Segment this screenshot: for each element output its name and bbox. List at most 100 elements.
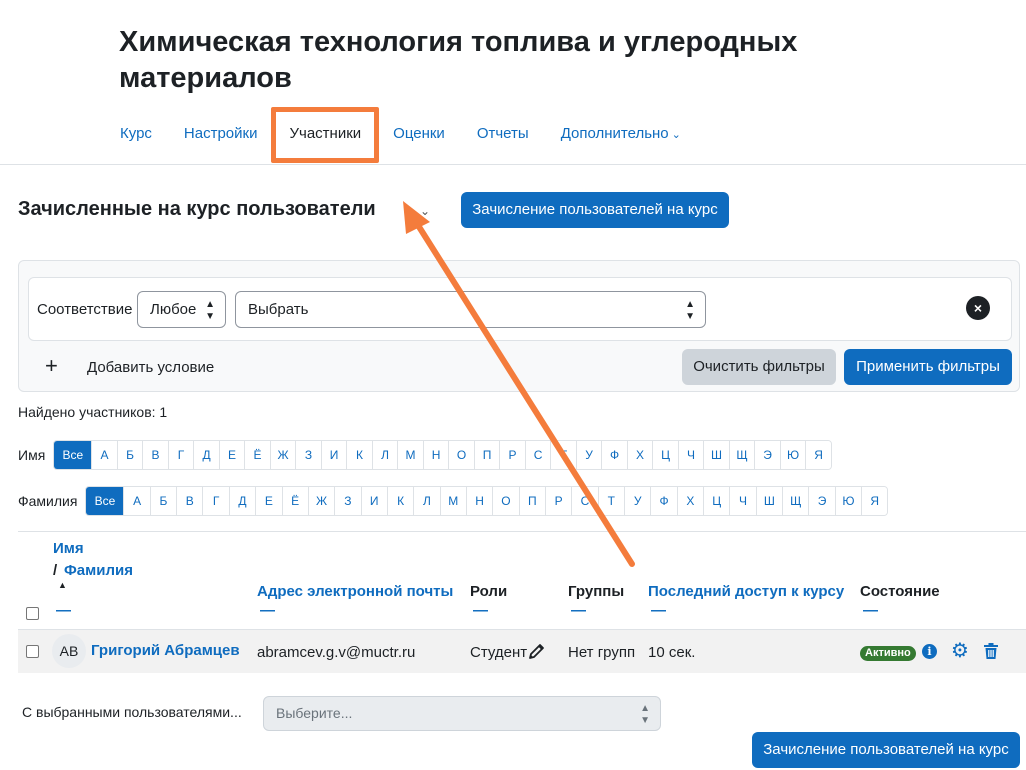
initial-letter[interactable]: А (91, 441, 117, 469)
column-header-first-name[interactable]: Имя (53, 540, 84, 557)
initial-letter[interactable]: Г (167, 441, 194, 469)
sort-dash-icon[interactable]: — (571, 602, 586, 619)
column-header-email[interactable]: Адрес электронной почты (257, 583, 453, 600)
initial-letter[interactable]: А (123, 487, 150, 515)
pencil-icon[interactable] (528, 642, 546, 660)
sort-dash-icon[interactable]: — (56, 602, 71, 619)
initial-letter[interactable]: Ю (779, 441, 806, 469)
initial-letter[interactable]: Л (413, 487, 440, 515)
nav-settings[interactable]: Настройки (168, 112, 274, 156)
initial-letter[interactable]: Б (149, 487, 177, 515)
initial-letter[interactable]: З (295, 441, 321, 469)
initial-letter[interactable]: И (360, 487, 387, 515)
initial-letter[interactable]: Ц (652, 441, 678, 469)
initial-letter[interactable]: Е (255, 487, 282, 515)
initial-letter[interactable]: Ш (755, 487, 783, 515)
initial-letter[interactable]: Р (499, 441, 525, 469)
initial-letter[interactable]: Э (808, 487, 835, 515)
enroll-users-button[interactable]: Зачисление пользователей на курс (461, 192, 729, 228)
initial-letter[interactable]: У (623, 487, 651, 515)
course-nav: Курс Настройки Участники Оценки Отчеты Д… (104, 112, 697, 156)
initial-letter[interactable]: Ш (703, 441, 729, 469)
initial-letter[interactable]: В (142, 441, 168, 469)
enroll-users-button-bottom[interactable]: Зачисление пользователей на курс (752, 732, 1020, 768)
initial-letter[interactable]: У (575, 441, 602, 469)
nav-divider (0, 164, 1026, 165)
filter-type-select[interactable]: Выбрать ▲ ▼ (235, 291, 706, 328)
initial-letter[interactable]: Г (202, 487, 229, 515)
clear-filters-button[interactable]: Очистить фильтры (682, 349, 836, 385)
nav-grades[interactable]: Оценки (377, 112, 461, 156)
initial-letter[interactable]: Я (861, 487, 888, 515)
initial-letter[interactable]: Ч (729, 487, 756, 515)
initial-letter[interactable]: В (176, 487, 203, 515)
sort-dash-icon[interactable]: — (651, 602, 666, 619)
sort-dash-icon[interactable]: — (260, 602, 275, 619)
initial-letter[interactable]: Т (550, 441, 576, 469)
initial-letter[interactable]: Щ (782, 487, 809, 515)
nav-reports[interactable]: Отчеты (461, 112, 545, 156)
gear-icon[interactable]: ⚙ (951, 640, 969, 662)
initial-letter[interactable]: П (518, 487, 545, 515)
initial-letter[interactable]: Х (676, 487, 704, 515)
initial-letter[interactable]: Ж (269, 441, 296, 469)
initial-letter[interactable]: Ё (281, 487, 308, 515)
initial-letter[interactable]: З (334, 487, 361, 515)
initial-letter[interactable]: Ф (650, 487, 677, 515)
initial-letter[interactable]: М (397, 441, 423, 469)
initial-letter[interactable]: М (439, 487, 466, 515)
sort-dash-icon[interactable]: — (863, 602, 878, 619)
plus-icon[interactable]: + (45, 355, 58, 377)
initial-letter[interactable]: И (320, 441, 347, 469)
initial-letter[interactable]: П (473, 441, 500, 469)
close-icon[interactable]: × (966, 296, 990, 320)
initial-letter[interactable]: Щ (728, 441, 755, 469)
initial-letter[interactable]: Ц (703, 487, 730, 515)
initial-letter[interactable]: Ж (307, 487, 335, 515)
initial-letter[interactable]: Ё (244, 441, 270, 469)
initial-letter[interactable]: Р (544, 487, 572, 515)
initial-letter[interactable]: Ю (834, 487, 862, 515)
page-heading[interactable]: Зачисленные на курс пользователи (18, 198, 376, 221)
initial-letter[interactable]: Д (193, 441, 219, 469)
initial-letter[interactable]: Н (422, 441, 449, 469)
initial-letter[interactable]: С (571, 487, 598, 515)
user-name-link[interactable]: Григорий Абрамцев (91, 642, 240, 659)
initial-letter[interactable]: Э (754, 441, 780, 469)
initial-letter[interactable]: Н (465, 487, 493, 515)
select-arrows-icon: ▲ ▼ (685, 299, 695, 322)
initial-letter[interactable]: Д (228, 487, 256, 515)
sort-dash-icon[interactable]: — (473, 602, 488, 619)
column-header-last-name[interactable]: Фамилия (64, 562, 133, 579)
nav-course[interactable]: Курс (104, 112, 168, 156)
apply-filters-button[interactable]: Применить фильтры (844, 349, 1012, 385)
initial-letter[interactable]: Х (626, 441, 653, 469)
initial-letter[interactable]: Я (805, 441, 831, 469)
initial-letter[interactable]: Ч (677, 441, 704, 469)
initial-all[interactable]: Все (86, 487, 124, 515)
initial-letter[interactable]: Л (371, 441, 398, 469)
avatar: АВ (52, 634, 86, 668)
initial-letter[interactable]: Т (597, 487, 624, 515)
add-condition-link[interactable]: Добавить условие (87, 359, 214, 376)
nav-more[interactable]: Дополнительно ⌄ (545, 112, 697, 156)
column-header-last-access[interactable]: Последний доступ к курсу (648, 583, 844, 600)
trash-icon[interactable] (984, 643, 998, 659)
initial-letter[interactable]: Е (218, 441, 245, 469)
select-all-checkbox[interactable] (26, 607, 39, 620)
initial-all[interactable]: Все (54, 441, 92, 469)
bulk-action-select[interactable]: Выберите... ▲ ▼ (263, 696, 661, 731)
initial-letter[interactable]: Б (116, 441, 143, 469)
initial-letter[interactable]: К (346, 441, 372, 469)
initial-letter[interactable]: Ф (601, 441, 627, 469)
last-name-letters: Все АБВГДЕЁЖЗИКЛМНОПРСТУФХЦЧШЩЭЮЯ (85, 486, 889, 516)
nav-participants[interactable]: Участники (273, 112, 377, 156)
initial-letter[interactable]: О (448, 441, 474, 469)
initial-letter[interactable]: К (386, 487, 414, 515)
match-select[interactable]: Любое ▲ ▼ (137, 291, 226, 328)
initial-letter[interactable]: С (524, 441, 551, 469)
initial-letter[interactable]: О (492, 487, 519, 515)
chevron-down-icon[interactable]: ⌄ (420, 204, 430, 218)
info-icon[interactable]: i (922, 644, 937, 659)
row-select-checkbox[interactable] (26, 645, 39, 658)
